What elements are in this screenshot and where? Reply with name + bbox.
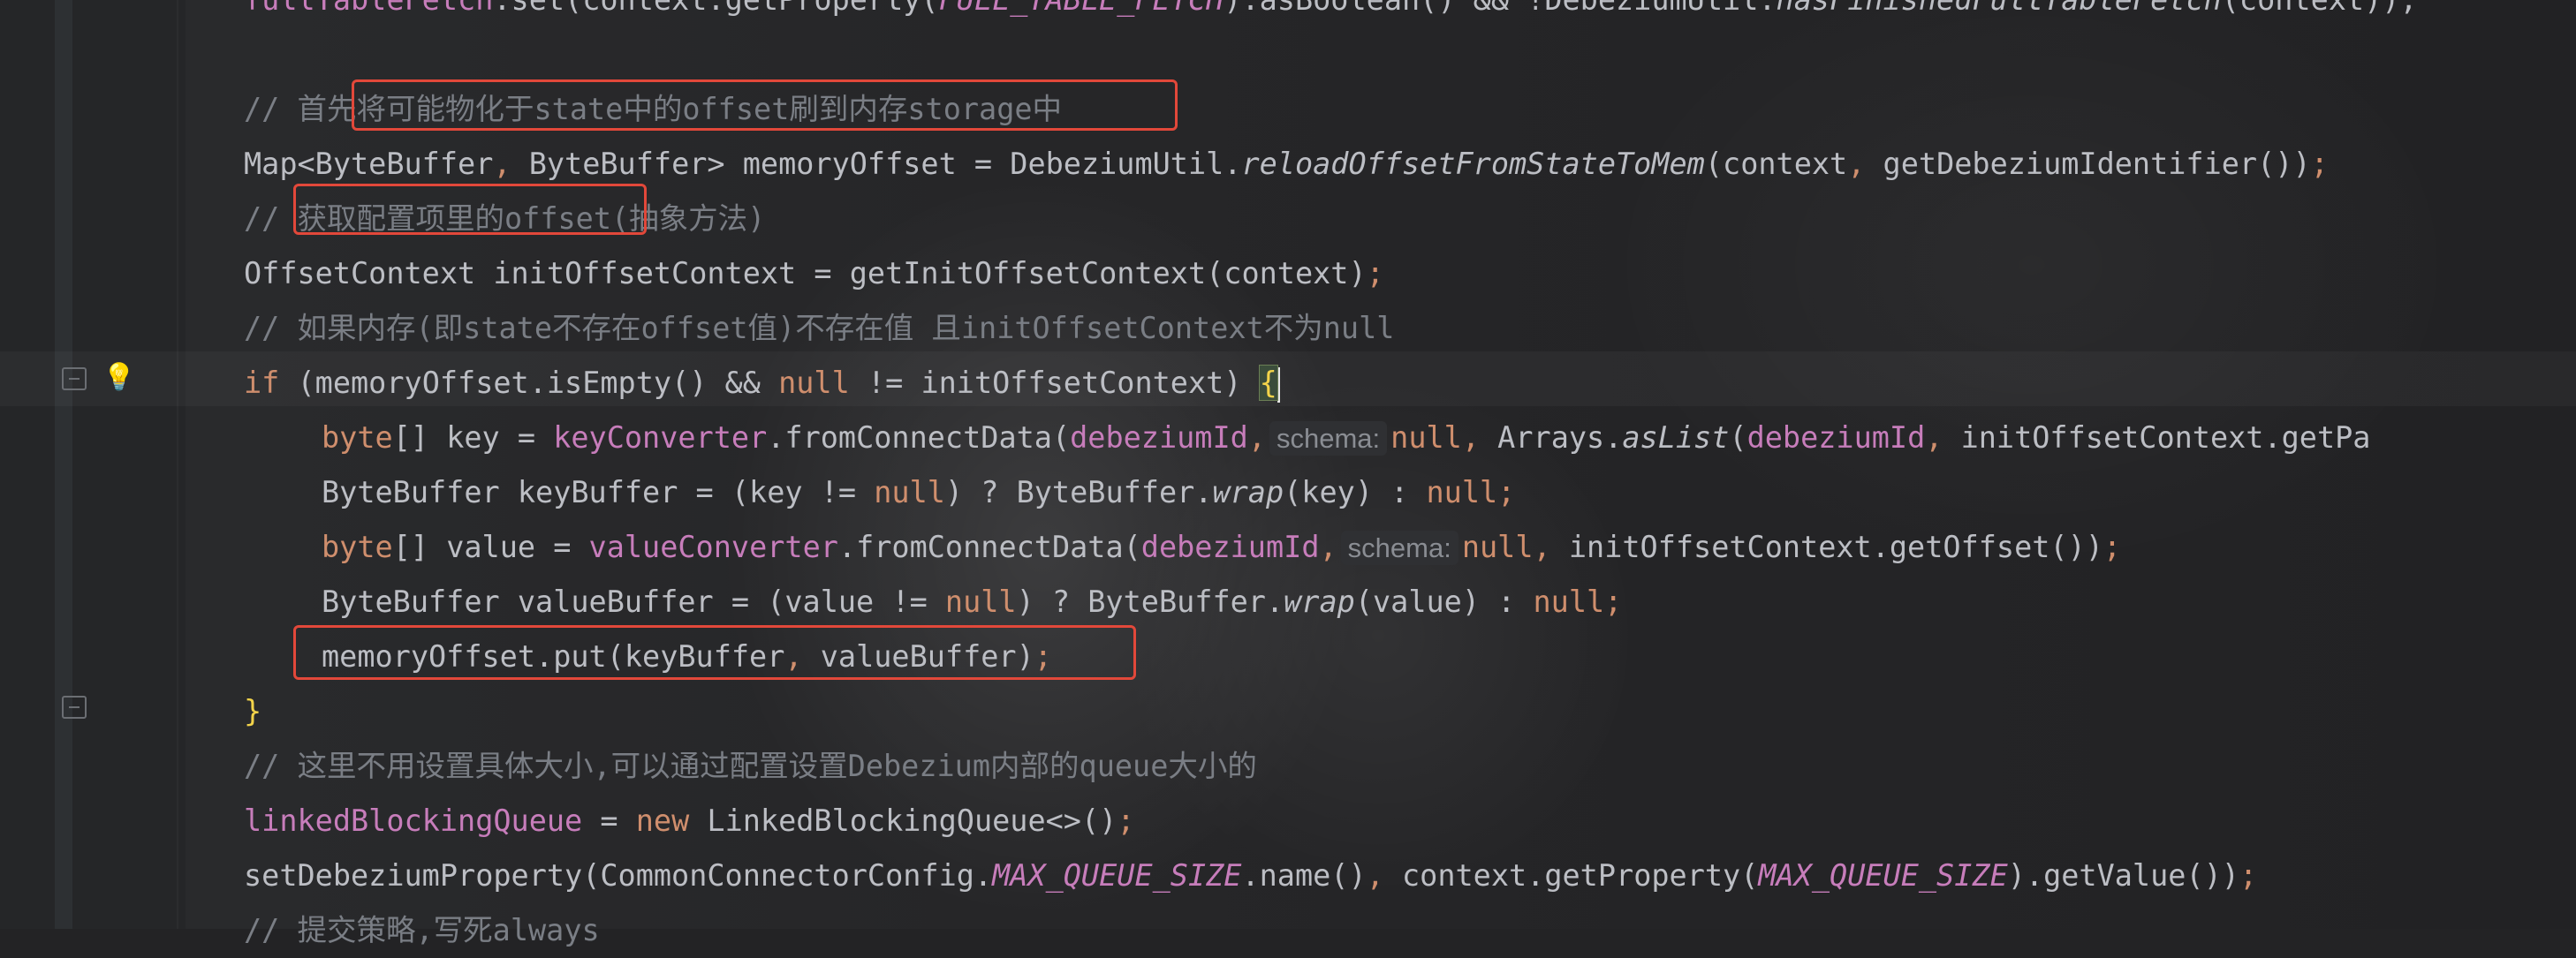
code-token: .set(context.getProperty( — [493, 0, 938, 17]
code-line[interactable]: fullTableFetch.set(context.getProperty(F… — [244, 0, 2418, 27]
code-token: MAX_QUEUE_SIZE — [1758, 858, 2008, 893]
code-token: Map<ByteBuffer — [244, 147, 494, 181]
gutter-divider — [177, 0, 178, 929]
code-token: ( — [1729, 420, 1747, 455]
code-token: , — [1247, 420, 1266, 455]
code-token: (context — [1704, 147, 1848, 181]
code-token: keyConverter — [553, 420, 768, 455]
code-token: reloadOffsetFromStateToMem — [1241, 147, 1705, 181]
code-token: asList — [1622, 420, 1730, 455]
annotation-box-memory-put — [293, 625, 1136, 680]
code-token: null — [874, 475, 945, 509]
code-token: new — [635, 803, 690, 838]
code-token: if — [244, 366, 280, 400]
code-line[interactable]: OffsetContext initOffsetContext = getIni… — [244, 246, 1384, 301]
code-line[interactable]: // 这里不用设置具体大小,可以通过配置设置Debezium内部的queue大小… — [244, 739, 1257, 794]
code-token: (context)); — [2222, 0, 2418, 17]
code-token: null; — [1533, 585, 1623, 619]
code-token: , — [1366, 858, 1384, 893]
code-token: .fromConnectData( — [837, 530, 1141, 564]
code-token: debeziumId — [1070, 420, 1248, 455]
code-token: Arrays. — [1480, 420, 1623, 455]
code-token: != initOffsetContext) — [849, 366, 1260, 400]
code-token: , — [493, 147, 511, 181]
code-token: ; — [1366, 256, 1384, 290]
code-token: , — [1533, 530, 1551, 564]
code-token: hasFinishedFullTableFetch — [1777, 0, 2222, 17]
code-token: setDebeziumProperty(CommonConnectorConfi… — [244, 858, 993, 893]
code-line[interactable]: ByteBuffer valueBuffer = (value != null)… — [322, 575, 1622, 630]
code-token: debeziumId — [1746, 420, 1926, 455]
code-brace: { — [1258, 365, 1278, 401]
code-token: ) ? ByteBuffer. — [944, 475, 1213, 509]
code-token: .fromConnectData( — [767, 420, 1071, 455]
code-line[interactable]: linkedBlockingQueue = new LinkedBlocking… — [244, 794, 1134, 849]
code-token: [] value = — [392, 530, 589, 564]
code-token: byte — [322, 530, 393, 564]
code-token: linkedBlockingQueue — [244, 803, 583, 838]
code-token: ByteBuffer> memoryOffset = DebeziumUtil. — [511, 147, 1242, 181]
editor-gutter — [0, 0, 186, 929]
lightbulb-icon[interactable]: 💡 — [102, 360, 135, 396]
code-line[interactable]: byte[] value = valueConverter.fromConnec… — [322, 520, 2121, 575]
code-token: wrap — [1212, 475, 1284, 509]
fold-marker-icon[interactable] — [62, 696, 87, 719]
code-line[interactable]: setDebeziumProperty(CommonConnectorConfi… — [244, 849, 2257, 903]
code-token: , — [1319, 530, 1337, 564]
fold-marker-icon[interactable] — [62, 367, 87, 390]
code-token: (memoryOffset.isEmpty() && — [279, 366, 779, 400]
code-token: FULL_TABLE_FETCH — [939, 0, 1224, 17]
code-line[interactable]: // 提交策略,写死always — [244, 903, 600, 958]
code-token: wrap — [1284, 585, 1355, 619]
code-token: ; — [1117, 803, 1135, 838]
code-token: ).getValue()) — [2007, 858, 2239, 893]
code-token: null; — [1426, 475, 1516, 509]
code-line[interactable]: byte[] key = keyConverter.fromConnectDat… — [322, 411, 2370, 465]
code-token: ByteBuffer keyBuffer = (key != — [322, 475, 875, 509]
code-token: null — [1390, 420, 1462, 455]
code-token: context.getProperty( — [1383, 858, 1759, 893]
code-token: null — [778, 366, 850, 400]
code-token: valueConverter — [588, 530, 838, 564]
code-line[interactable]: } — [244, 684, 261, 739]
code-token: null — [944, 585, 1017, 619]
gutter-change-stripe — [55, 0, 72, 929]
code-token: (key) : — [1284, 475, 1427, 509]
code-token: byte — [322, 420, 393, 455]
code-line[interactable]: ByteBuffer keyBuffer = (key != null) ? B… — [322, 465, 1515, 520]
code-comment: // 如果内存(即state不存在offset值)不存在值 且initOffse… — [244, 311, 1395, 345]
code-token: (value) : — [1354, 585, 1534, 619]
code-token: , — [1925, 420, 1943, 455]
annotation-box-config-offset — [293, 184, 647, 235]
code-token: .name() — [1241, 858, 1367, 893]
annotation-box-state-offset — [352, 79, 1178, 131]
code-token: LinkedBlockingQueue<>() — [689, 803, 1118, 838]
code-token: fullTableFetch — [244, 0, 493, 17]
parameter-hint: schema: — [1340, 531, 1458, 565]
code-line[interactable]: if (memoryOffset.isEmpty() && null != in… — [244, 356, 1280, 411]
code-token: getDebeziumIdentifier()) — [1865, 147, 2311, 181]
code-comment: // 提交策略,写死always — [244, 913, 600, 947]
code-token: , — [1847, 147, 1866, 181]
code-token: ; — [2310, 147, 2329, 181]
code-line[interactable]: // 如果内存(即state不存在offset值)不存在值 且initOffse… — [244, 301, 1394, 356]
code-brace: } — [244, 694, 262, 728]
code-token: MAX_QUEUE_SIZE — [992, 858, 1242, 893]
code-token: initOffsetContext.getOffset()) — [1550, 530, 2103, 564]
code-token: OffsetContext initOffsetContext = getIni… — [244, 256, 1367, 290]
code-token: debeziumId — [1140, 530, 1320, 564]
code-token: = — [582, 803, 636, 838]
parameter-hint: schema: — [1269, 421, 1388, 456]
code-token: ; — [2239, 858, 2258, 893]
code-token: ) ? ByteBuffer. — [1016, 585, 1284, 619]
code-token: ; — [2102, 530, 2122, 564]
text-cursor — [1277, 366, 1280, 403]
code-token: , — [1461, 420, 1481, 455]
code-token: null — [1461, 530, 1534, 564]
code-comment: // 这里不用设置具体大小,可以通过配置设置Debezium内部的queue大小… — [244, 749, 1257, 783]
code-token: [] key = — [392, 420, 554, 455]
code-token: ByteBuffer valueBuffer = (value != — [322, 585, 945, 619]
code-token: initOffsetContext.getPa — [1943, 420, 2371, 455]
code-token: ).asBoolean() && !DebeziumUtil. — [1224, 0, 1776, 17]
